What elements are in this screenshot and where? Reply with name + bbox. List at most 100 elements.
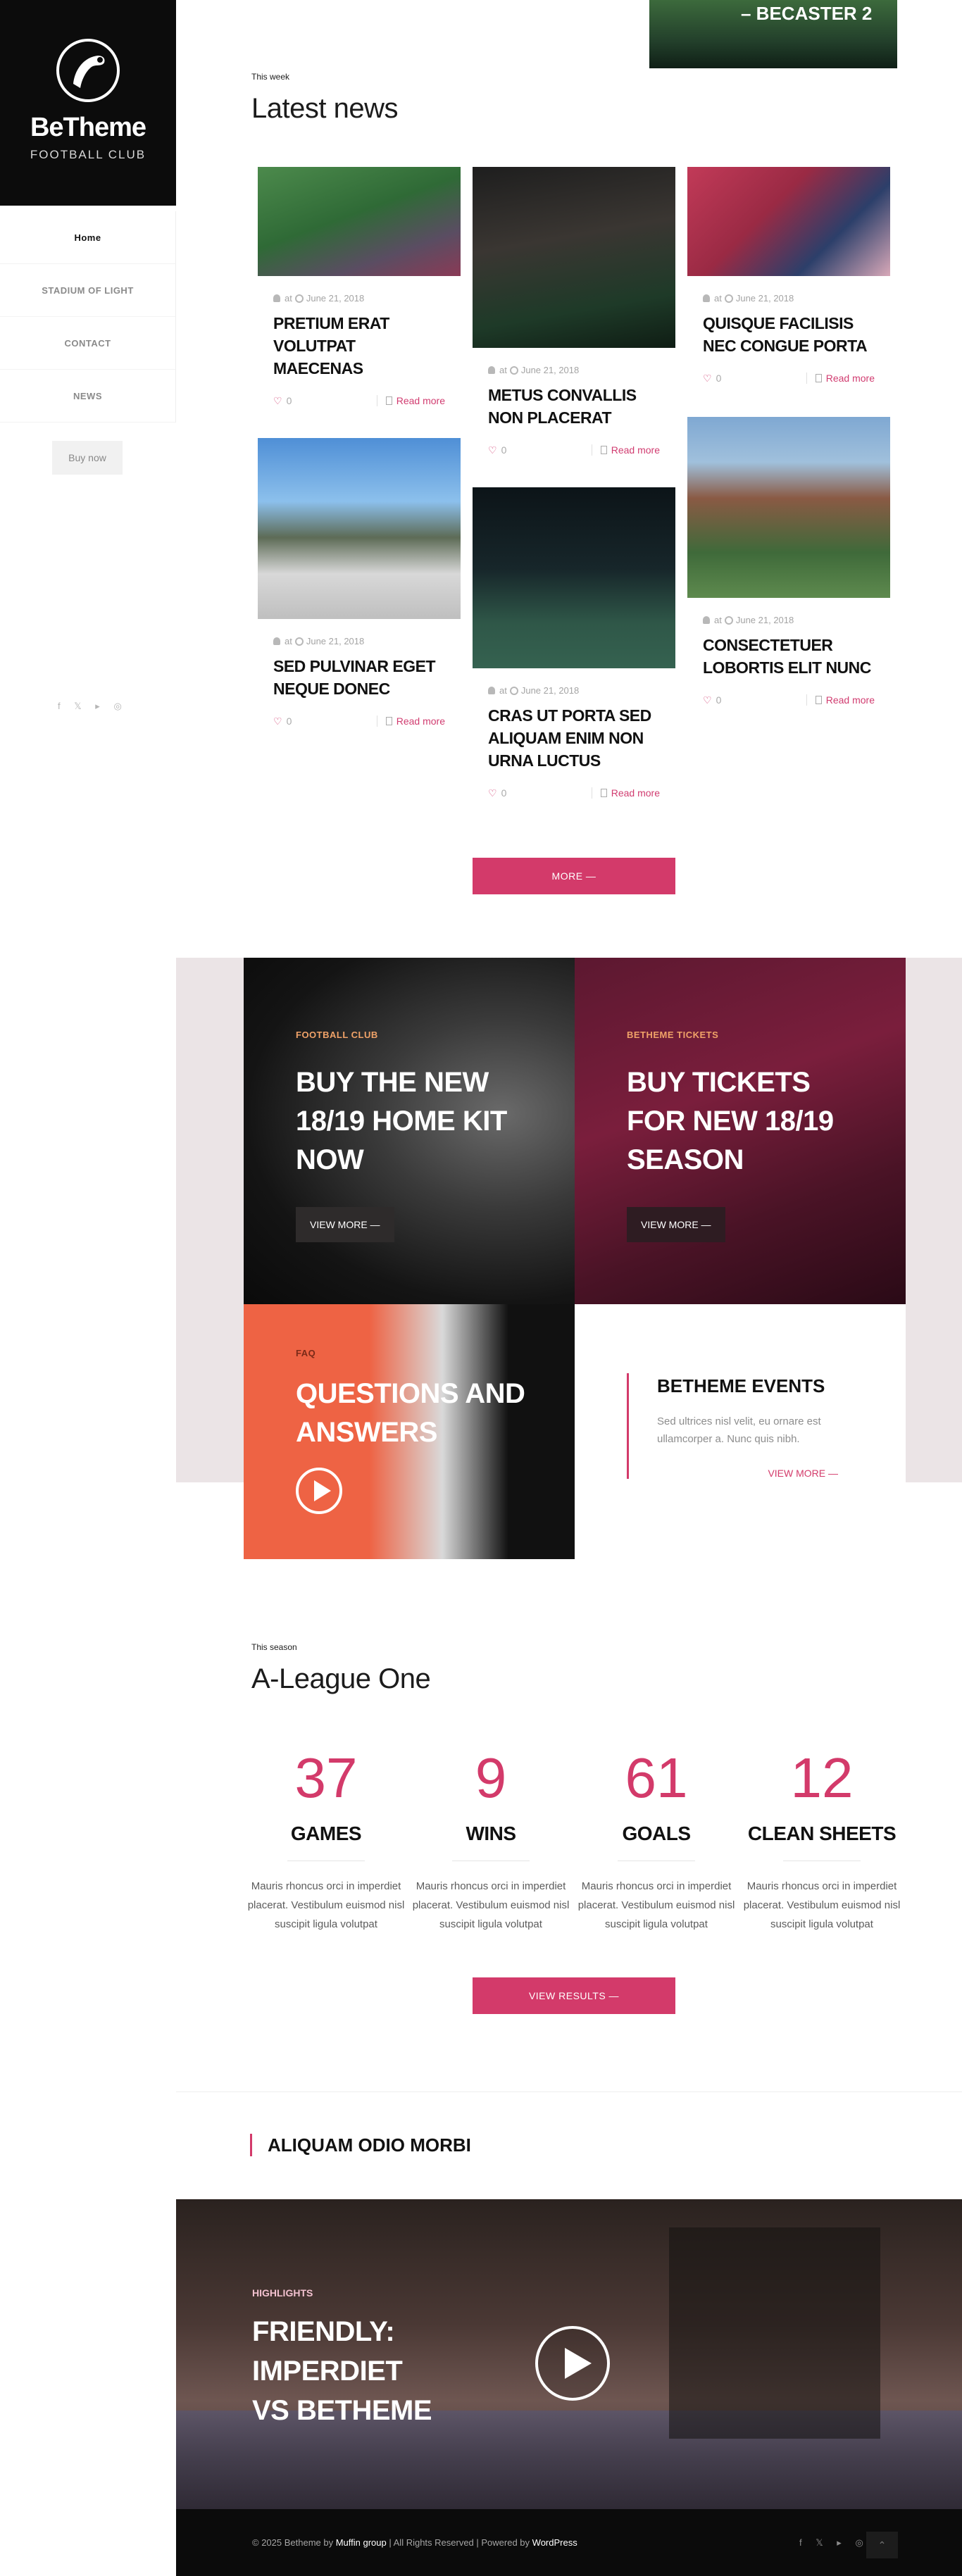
read-more-link[interactable]: Read more [376, 715, 445, 727]
play-icon[interactable] [535, 2326, 610, 2401]
more-news-button[interactable]: MORE — [473, 858, 675, 894]
document-icon [600, 446, 607, 454]
news-card[interactable]: at June 21, 2018 CRAS UT PORTA SED ALIQUA… [473, 487, 675, 804]
news-image[interactable] [687, 417, 890, 598]
promo-tickets[interactable]: BETHEME TICKETS BUY TICKETS FOR NEW 18/1… [575, 958, 906, 1304]
page: BeTheme FOOTBALL CLUB Home STADIUM OF LI… [0, 0, 962, 2576]
clock-icon [724, 616, 733, 625]
document-icon [600, 789, 607, 797]
read-more-link[interactable]: Read more [806, 373, 875, 384]
read-more-link[interactable]: Read more [806, 694, 875, 706]
menu-item-stadium[interactable]: STADIUM OF LIGHT [0, 264, 176, 317]
like-icon[interactable]: ♡ 0 [273, 395, 292, 407]
stat-goals: 61 GOALS Mauris rhoncus orci in imperdie… [574, 1746, 739, 1934]
view-results-button[interactable]: VIEW RESULTS — [473, 1977, 675, 2014]
read-more-link[interactable]: Read more [591, 444, 660, 456]
news-title-link[interactable]: SED PULVINAR EGET NEQUE DONEC [273, 655, 445, 700]
brand-subtitle: FOOTBALL CLUB [30, 148, 146, 161]
news-image[interactable] [473, 167, 675, 348]
promo-faq-tag: FAQ [296, 1348, 316, 1358]
wordpress-link[interactable]: WordPress [532, 2537, 577, 2548]
like-icon[interactable]: ♡ 0 [703, 694, 721, 706]
menu-item-home[interactable]: Home [0, 211, 176, 264]
promo-faq-title: QUESTIONS AND ANSWERS [296, 1378, 525, 1448]
news-footer: ♡ 0 Read more [703, 373, 875, 389]
stat-desc: Mauris rhoncus orci in imperdiet placera… [247, 1880, 405, 1930]
stadium-screen [669, 2227, 880, 2439]
promo-kit-button[interactable]: VIEW MORE — [296, 1207, 394, 1242]
stat-label: CLEAN SHEETS [747, 1822, 897, 1844]
play-icon[interactable] [296, 1468, 342, 1514]
season-eyebrow: This season [251, 1642, 297, 1652]
news-title-link[interactable]: METUS CONVALLIS NON PLACERAT [488, 384, 660, 429]
stat-wins: 9 WINS Mauris rhoncus orci in imperdiet … [408, 1746, 573, 1934]
news-card[interactable]: at June 21, 2018 QUISQUE FACILISIS NEC CO… [687, 167, 890, 389]
footer-social-icons[interactable]: f 𝕏 ▸ ◎ [799, 2537, 869, 2549]
stat-desc: Mauris rhoncus orci in imperdiet placera… [743, 1880, 901, 1930]
stat-clean-sheets: 12 CLEAN SHEETS Mauris rhoncus orci in i… [739, 1746, 904, 1934]
author-icon [273, 294, 280, 302]
news-card[interactable]: at June 21, 2018 SED PULVINAR EGET NEQUE … [258, 438, 461, 732]
like-icon[interactable]: ♡ 0 [703, 373, 721, 384]
promo-kit[interactable]: FOOTBALL CLUB BUY THE NEW 18/19 HOME KIT… [244, 958, 575, 1304]
author-icon [488, 366, 495, 374]
news-image[interactable] [473, 487, 675, 668]
news-title-link[interactable]: PRETIUM ERAT VOLUTPAT MAECENAS [273, 312, 445, 380]
brand-title: BeTheme [30, 113, 146, 142]
sidebar-social-icons[interactable]: f 𝕏 ▸ ◎ [58, 701, 128, 712]
events-link[interactable]: VIEW MORE — [657, 1468, 838, 1479]
like-icon[interactable]: ♡ 0 [273, 715, 292, 727]
menu-item-news[interactable]: NEWS [0, 370, 176, 423]
news-footer: ♡ 0 Read more [273, 715, 445, 732]
clock-icon [294, 294, 304, 303]
events-title: BETHEME EVENTS [657, 1375, 825, 1396]
buy-now-button[interactable]: Buy now [52, 441, 123, 475]
news-footer: ♡ 0 Read more [703, 694, 875, 711]
promo-faq[interactable]: FAQ QUESTIONS AND ANSWERS [244, 1304, 575, 1559]
author-icon [703, 616, 710, 624]
back-to-top-button[interactable]: ⌃ [866, 2532, 898, 2558]
news-footer: ♡ 0 Read more [488, 787, 660, 804]
news-card[interactable]: at June 21, 2018 PRETIUM ERAT VOLUTPAT MA… [258, 167, 461, 412]
news-eyebrow: This week [251, 72, 290, 82]
stat-value: 12 [790, 1746, 854, 1809]
document-icon [385, 396, 392, 405]
section-heading: ALIQUAM ODIO MORBI [250, 2134, 471, 2156]
highlights-tag: HIGHLIGHTS [252, 2287, 313, 2299]
stat-desc: Mauris rhoncus orci in imperdiet placera… [577, 1880, 735, 1930]
highlights-video[interactable]: HIGHLIGHTS FRIENDLY: IMPERDIET VS BETHEM… [176, 2199, 962, 2509]
news-title-link[interactable]: CRAS UT PORTA SED ALIQUAM ENIM NON URNA … [488, 704, 660, 772]
news-card[interactable]: at June 21, 2018 METUS CONVALLIS NON PLAC… [473, 167, 675, 461]
menu-item-contact[interactable]: CONTACT [0, 317, 176, 370]
read-more-link[interactable]: Read more [591, 787, 660, 799]
stat-games: 37 GAMES Mauris rhoncus orci in imperdie… [244, 1746, 408, 1934]
document-icon [815, 374, 822, 382]
promo-tickets-tag: BETHEME TICKETS [627, 1030, 719, 1040]
read-more-link[interactable]: Read more [376, 395, 445, 406]
news-card[interactable]: at June 21, 2018 CONSECTETUER LOBORTIS EL… [687, 417, 890, 711]
promo-tickets-button[interactable]: VIEW MORE — [627, 1207, 725, 1242]
like-icon[interactable]: ♡ 0 [488, 444, 506, 456]
like-icon[interactable]: ♡ 0 [488, 787, 506, 799]
news-image[interactable] [687, 167, 890, 276]
document-icon [815, 696, 822, 704]
news-title-link[interactable]: QUISQUE FACILISIS NEC CONGUE PORTA [703, 312, 875, 357]
news-footer: ♡ 0 Read more [273, 395, 445, 412]
stat-value: 37 [294, 1746, 358, 1809]
news-meta: at June 21, 2018 [488, 685, 675, 696]
club-crest-icon [56, 39, 120, 102]
stat-label: GAMES [290, 1822, 362, 1844]
document-icon [385, 717, 392, 725]
stat-value: 9 [475, 1746, 507, 1809]
news-image[interactable] [258, 438, 461, 619]
stat-label: WINS [466, 1822, 516, 1844]
copyright: © 2025 Betheme by Muffin group | All Rig… [252, 2537, 577, 2548]
clock-icon [294, 637, 304, 646]
logo[interactable]: BeTheme FOOTBALL CLUB [0, 0, 176, 206]
author-icon [488, 687, 495, 694]
muffin-link[interactable]: Muffin group [336, 2537, 387, 2548]
news-image[interactable] [258, 167, 461, 276]
clock-icon [509, 687, 518, 695]
news-title-link[interactable]: CONSECTETUER LOBORTIS ELIT NUNC [703, 634, 875, 679]
author-icon [703, 294, 710, 302]
